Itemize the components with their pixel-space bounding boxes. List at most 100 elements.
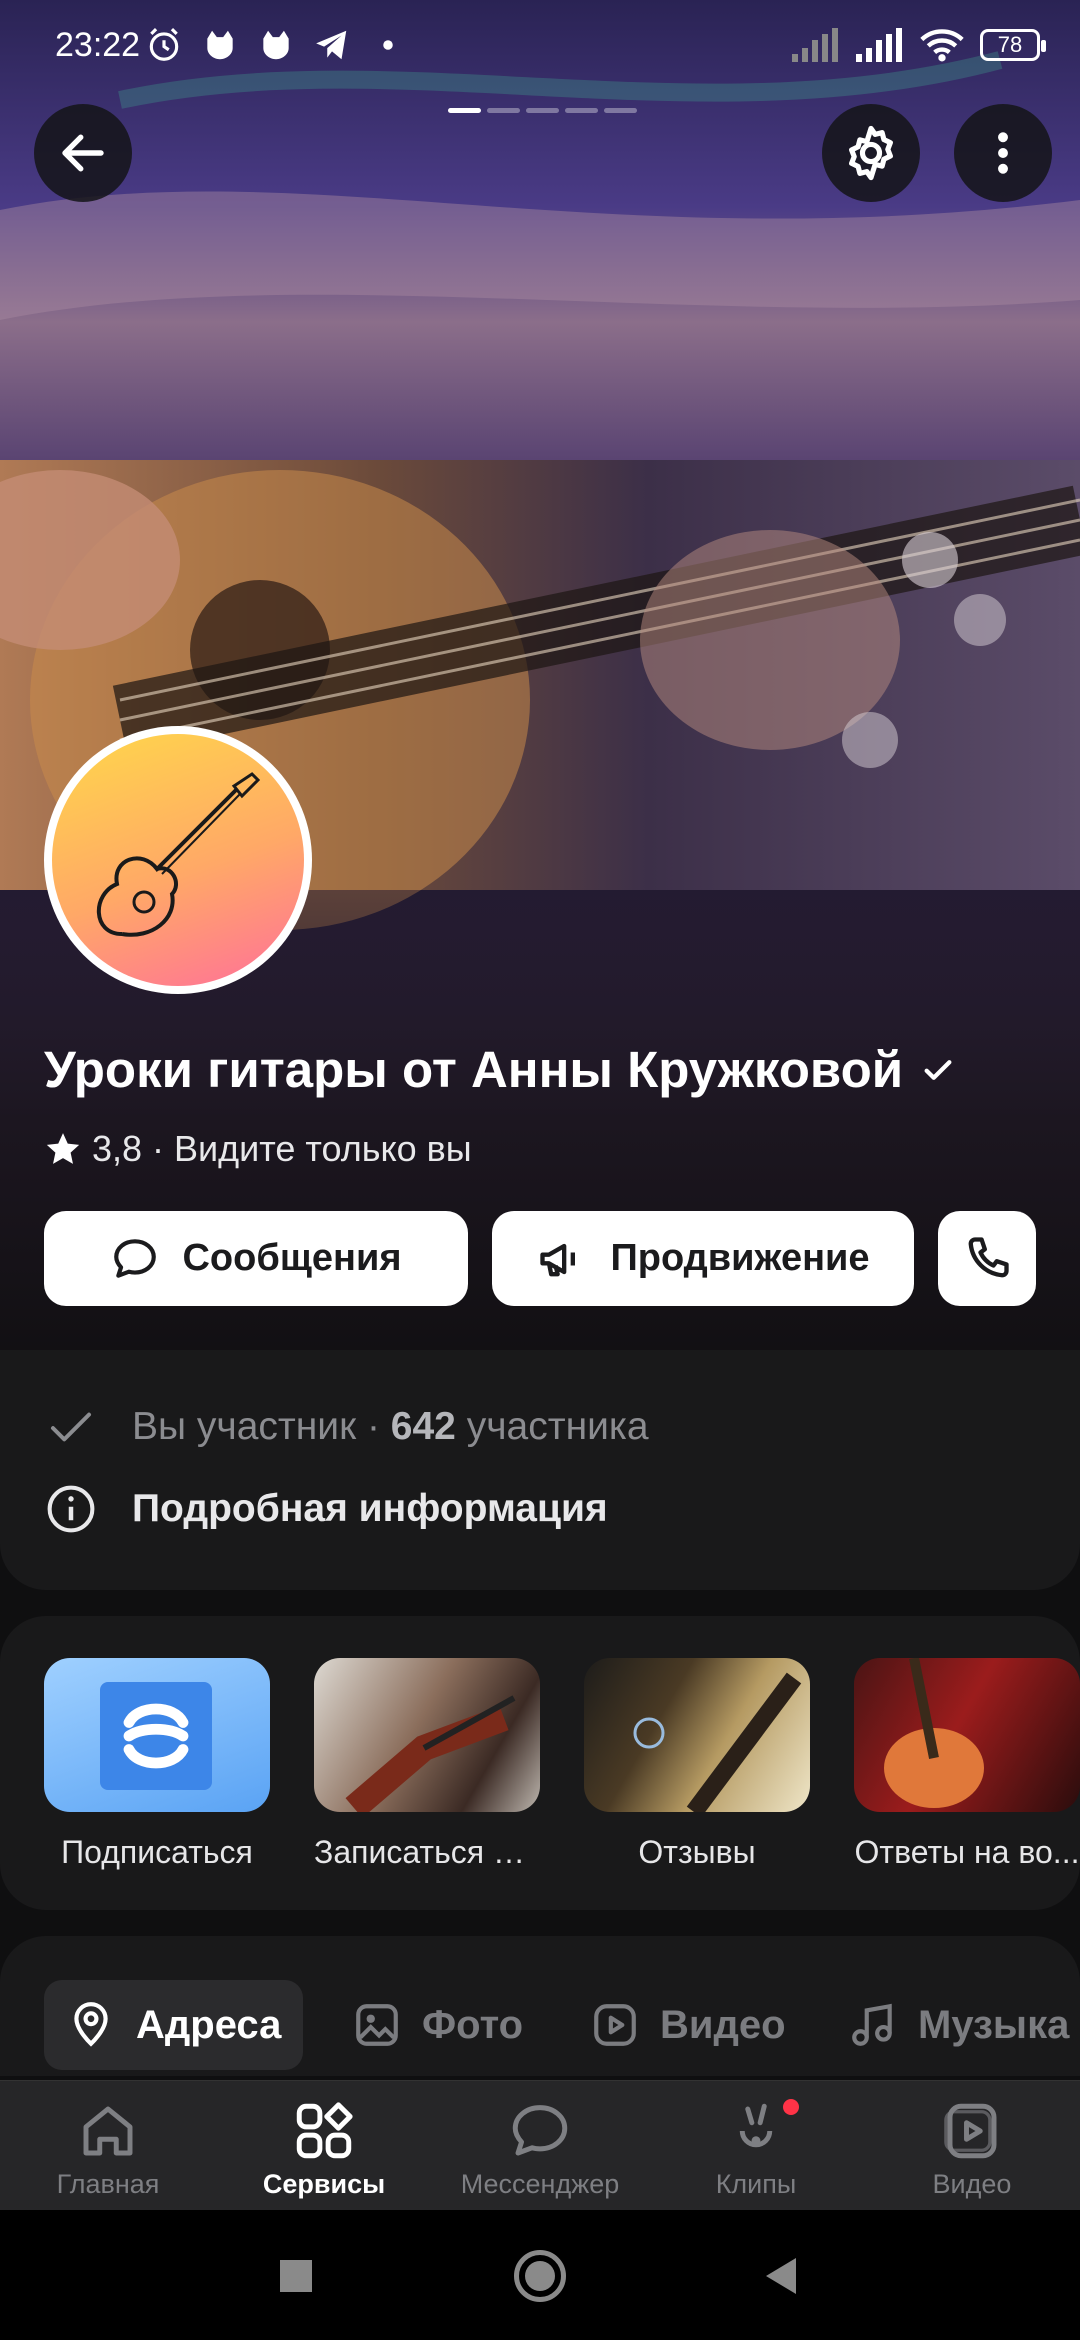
pager-dot — [604, 108, 637, 113]
battery-level: 78 — [997, 32, 1023, 57]
group-title: Уроки гитары от Анны Кружковой — [44, 1040, 955, 1099]
bass-photo — [633, 1672, 802, 1812]
service-label: Ответы на во... — [854, 1834, 1080, 1870]
messages-label: Сообщения — [182, 1237, 402, 1279]
signal-icon — [856, 28, 902, 62]
subscribe-icon — [123, 1703, 189, 1769]
pager-dot — [565, 108, 598, 113]
home-icon — [83, 2106, 133, 2156]
tab-addresses[interactable]: Адреса — [44, 1980, 304, 2070]
check-icon — [50, 1412, 92, 1442]
details-row[interactable]: Подробная информация — [44, 1482, 608, 1536]
subscribe-logo — [100, 1682, 212, 1790]
guitar-logo-icon — [96, 772, 261, 937]
notification-icons — [145, 26, 407, 64]
service-thumb — [44, 1658, 270, 1812]
location-pin-icon — [74, 2002, 108, 2047]
nav-video[interactable]: Видео — [864, 2081, 1080, 2211]
system-navigation-bar — [0, 2210, 1080, 2340]
grid-icon — [296, 2102, 353, 2159]
nav-label: Клипы — [715, 2169, 797, 2199]
service-label: Отзывы — [638, 1834, 756, 1870]
service-thumb — [314, 1658, 540, 1812]
cat-icon — [263, 30, 289, 60]
rating-row: 3,8 · Видите только вы — [44, 1128, 472, 1170]
membership-row[interactable]: Вы участник · 642 участника — [44, 1400, 649, 1454]
promotion-button[interactable]: Продвижение — [492, 1211, 914, 1306]
info-icon — [47, 1485, 95, 1533]
status-time: 23:22 — [55, 26, 141, 64]
guitar-photo — [345, 1695, 516, 1812]
gear-icon — [849, 125, 893, 181]
nav-messenger[interactable]: Мессенджер — [432, 2081, 648, 2211]
home-system-button[interactable] — [514, 2250, 566, 2302]
more-button[interactable] — [954, 104, 1052, 202]
nav-home[interactable]: Главная — [0, 2081, 216, 2211]
notification-badge — [783, 2099, 799, 2115]
content-tabs: Адреса Фото Видео Музыка — [0, 1936, 1080, 2076]
system-icons: 78 — [792, 28, 1046, 62]
services-row: Подписаться Записаться на... Отзывы Отве… — [0, 1616, 1080, 1910]
group-title-text: Уроки гитары от Анны Кружковой — [44, 1041, 904, 1098]
nav-clips[interactable]: Клипы — [648, 2081, 864, 2211]
more-vertical-icon — [998, 132, 1008, 174]
tab-label: Адреса — [136, 2002, 282, 2047]
pager-dot — [487, 108, 520, 113]
tab-label: Музыка — [918, 2002, 1070, 2047]
membership-text: Вы участник · 642 участника — [132, 1405, 649, 1449]
back-system-button[interactable] — [762, 2256, 798, 2296]
nav-label: Сервисы — [262, 2169, 386, 2199]
back-button[interactable] — [34, 104, 132, 202]
group-avatar[interactable] — [44, 726, 312, 994]
phone-icon — [968, 1236, 1009, 1277]
tab-label: Видео — [660, 2002, 786, 2047]
service-label: Подписаться — [61, 1834, 253, 1870]
tab-video[interactable]: Видео — [568, 1980, 808, 2070]
chat-icon — [512, 2105, 568, 2156]
tab-photo[interactable]: Фото — [330, 1980, 545, 2070]
details-label: Подробная информация — [132, 1487, 608, 1530]
rating-value: 3,8 — [92, 1128, 143, 1169]
play-icon — [594, 2004, 636, 2046]
cover-pager — [448, 108, 637, 113]
service-thumb — [854, 1658, 1080, 1812]
telegram-icon — [316, 30, 347, 60]
nav-label: Главная — [56, 2169, 160, 2199]
wifi-icon — [920, 29, 964, 62]
service-label: Записаться на... — [314, 1834, 540, 1870]
service-thumb — [584, 1658, 810, 1812]
home-dot — [525, 2261, 555, 2291]
avatar-image — [52, 734, 304, 986]
service-booking[interactable]: Записаться на... — [314, 1658, 540, 1871]
call-button[interactable] — [938, 1211, 1036, 1306]
check-icon — [924, 1059, 952, 1080]
nav-services[interactable]: Сервисы — [216, 2081, 432, 2211]
arrow-left-icon — [62, 134, 104, 172]
signal-icon — [792, 28, 838, 62]
member-count: 642 — [390, 1405, 456, 1448]
electric-guitar-photo — [884, 1658, 984, 1808]
music-note-icon — [852, 2003, 892, 2046]
megaphone-icon — [540, 1243, 576, 1276]
video-icon — [944, 2103, 997, 2159]
settings-button[interactable] — [822, 104, 920, 202]
chat-bubble-icon — [114, 1238, 157, 1278]
star-icon — [46, 1133, 80, 1164]
tab-music[interactable]: Музыка — [826, 1980, 1080, 2070]
messages-button[interactable]: Сообщения — [44, 1211, 468, 1306]
pager-dot — [526, 108, 559, 113]
member-status: Вы участник · — [132, 1405, 391, 1448]
image-icon — [356, 2004, 398, 2046]
visibility-text: · Видите только вы — [152, 1128, 472, 1169]
nav-label: Видео — [932, 2169, 1012, 2199]
service-reviews[interactable]: Отзывы — [584, 1658, 810, 1871]
info-card: Вы участник · 642 участника Подробная ин… — [0, 1350, 1080, 1590]
clips-icon — [739, 2103, 773, 2148]
tab-label: Фото — [422, 2002, 524, 2047]
dot-icon — [383, 40, 393, 50]
service-faq[interactable]: Ответы на во... — [854, 1658, 1080, 1871]
service-subscribe[interactable]: Подписаться — [44, 1658, 270, 1871]
recents-button[interactable] — [280, 2260, 312, 2292]
status-bar: 23:22 78 — [0, 0, 1080, 96]
alarm-icon — [149, 28, 179, 61]
